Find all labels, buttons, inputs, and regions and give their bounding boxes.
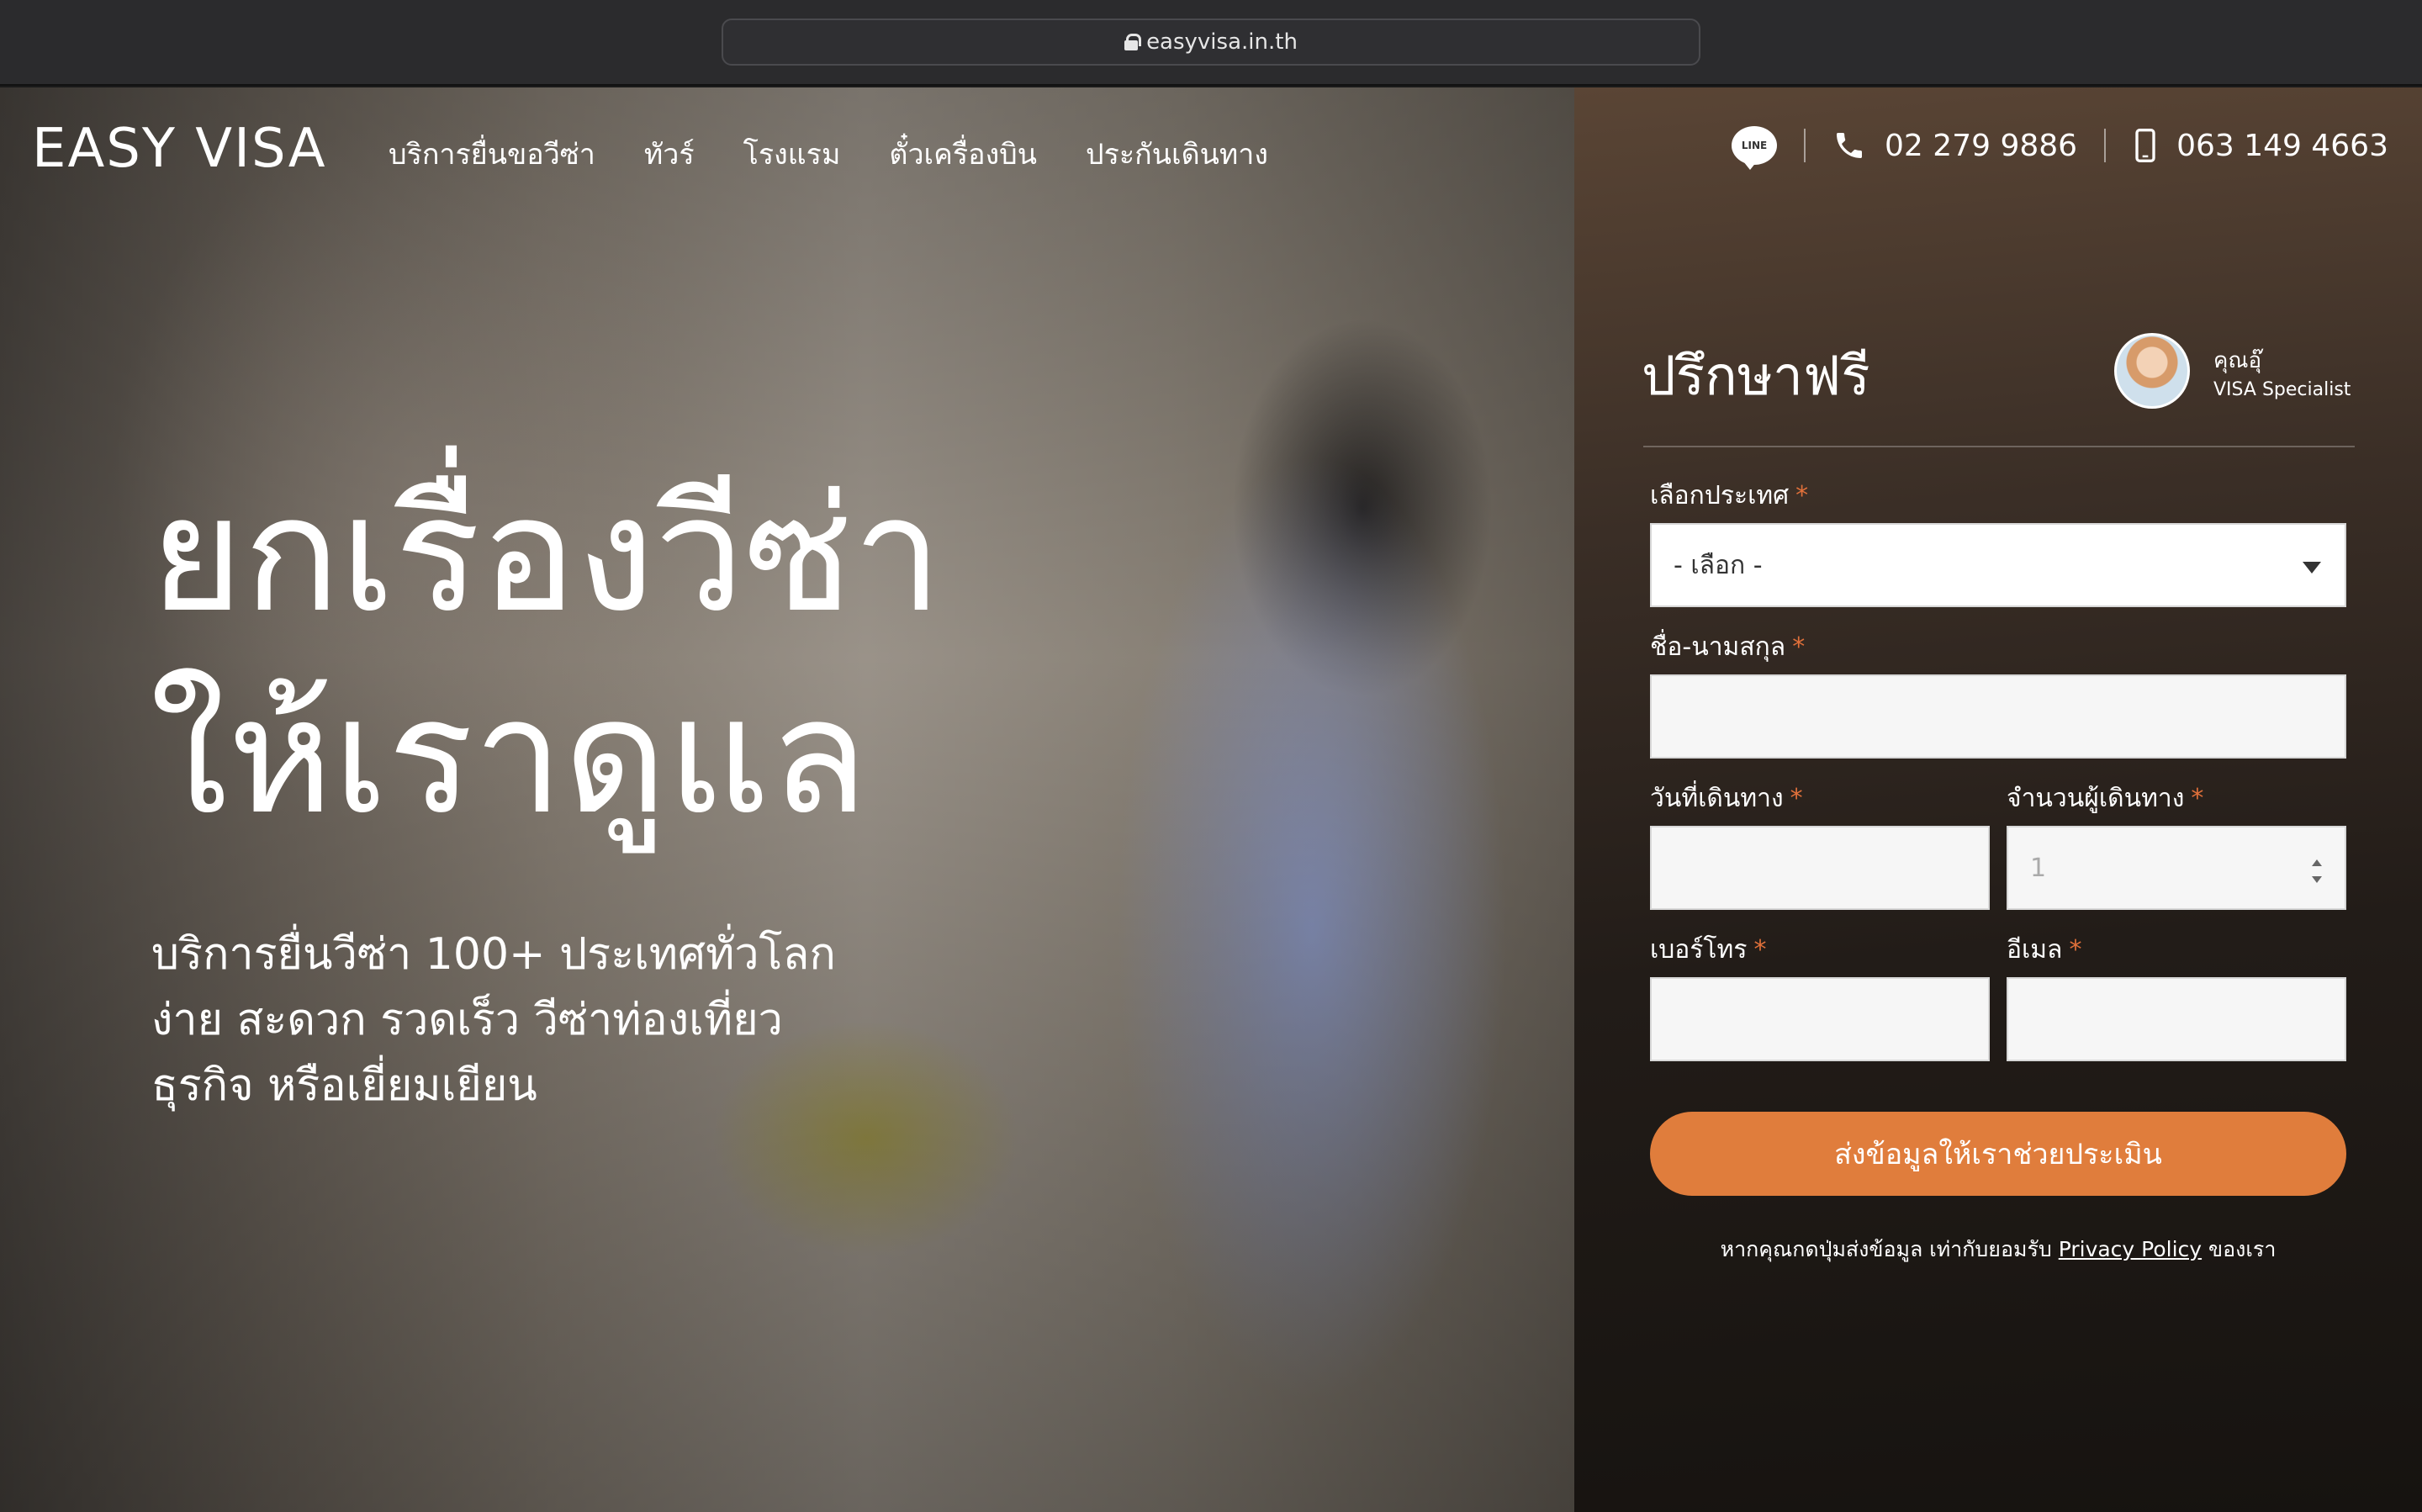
country-label: เลือกประเทศ *	[1650, 476, 1808, 515]
privacy-policy-link[interactable]: Privacy Policy	[2059, 1237, 2202, 1261]
privacy-note-prefix: หากคุณกดปุ่มส่งข้อมูล เท่ากับยอมรับ	[1720, 1237, 2052, 1261]
subtitle-line-3: ธุรกิจ หรือเยี่ยมเยียน	[151, 1060, 537, 1111]
specialist-avatar	[2114, 333, 2190, 409]
menu-item-insurance[interactable]: ประกันเดินทาง	[1086, 131, 1268, 177]
lock-icon	[1124, 34, 1142, 50]
travelers-label-text: จำนวนผู้เดินทาง	[2007, 784, 2185, 813]
travelers-stepper[interactable]: 1	[2007, 826, 2346, 910]
travelers-label: จำนวนผู้เดินทาง *	[2007, 779, 2203, 818]
required-mark: *	[1790, 784, 1803, 813]
phone-number[interactable]: 02 279 9886	[1885, 129, 2077, 163]
required-mark: *	[1753, 935, 1767, 965]
submit-button[interactable]: ส่งข้อมูลให้เราช่วยประเมิน	[1650, 1112, 2346, 1196]
name-field[interactable]	[1650, 674, 2346, 759]
divider	[2104, 129, 2107, 162]
form-divider	[1643, 446, 2355, 447]
browser-toolbar: easyvisa.in.th	[0, 0, 2422, 86]
required-mark: *	[2069, 935, 2082, 965]
mobile-number[interactable]: 063 149 4663	[2176, 129, 2388, 163]
required-mark: *	[1795, 481, 1809, 510]
date-label-text: วันที่เดินทาง	[1650, 784, 1784, 813]
specialist-name: คุณอุ๊	[2213, 347, 2262, 373]
menu-item-flight[interactable]: ตั๋วเครื่องบิน	[889, 131, 1037, 177]
menu-item-hotel[interactable]: โรงแรม	[743, 131, 841, 177]
line-chat-icon[interactable]: LINE	[1732, 126, 1778, 170]
privacy-note: หากคุณกดปุ่มส่งข้อมูล เท่ากับยอมรับ Priv…	[1650, 1233, 2346, 1266]
menu-item-tour[interactable]: ทัวร์	[644, 131, 695, 177]
specialist-card: คุณอุ๊ VISA Specialist	[2114, 333, 2351, 409]
specialist-role: VISA Specialist	[2213, 378, 2351, 400]
hero-subtitle: บริการยื่นวีซ่า 100+ ประเทศทั่วโลก ง่าย …	[151, 922, 836, 1118]
headline-line-2: ให้เราดูแล	[150, 663, 868, 849]
address-bar-url: easyvisa.in.th	[1146, 29, 1298, 55]
form-title: ปรึกษาฟรี	[1642, 346, 1870, 408]
email-label-text: อีเมล	[2007, 935, 2063, 965]
hero-headline: ยกเรื่องวีซ่า ให้เราดูแล	[150, 454, 943, 858]
chevron-down-icon	[2303, 562, 2321, 574]
phone-label: เบอร์โทร *	[1650, 930, 1766, 970]
menu-item-visa-service[interactable]: บริการยื่นขอวีซ่า	[389, 131, 595, 177]
country-select[interactable]: - เลือก -	[1650, 523, 2346, 607]
main-menu: บริการยื่นขอวีซ่า ทัวร์ โรงแรม ตั๋วเครื่…	[389, 131, 1268, 177]
headline-line-1: ยกเรื่องวีซ่า	[150, 462, 943, 648]
travel-date-field[interactable]	[1650, 826, 1990, 910]
name-label-text: ชื่อ-นามสกุล	[1650, 632, 1786, 662]
address-bar[interactable]: easyvisa.in.th	[722, 19, 1700, 66]
country-label-text: เลือกประเทศ	[1650, 481, 1790, 510]
phone-icon	[1832, 129, 1866, 162]
email-label: อีเมล *	[2007, 930, 2081, 970]
date-label: วันที่เดินทาง *	[1650, 779, 1803, 818]
subtitle-line-1: บริการยื่นวีซ่า 100+ ประเทศทั่วโลก	[151, 929, 836, 980]
privacy-note-suffix: ของเรา	[2208, 1237, 2277, 1261]
divider	[1804, 129, 1806, 162]
country-select-value: - เลือก -	[1674, 550, 1763, 580]
name-label: ชื่อ-นามสกุล *	[1650, 627, 1805, 667]
stepper-arrows-icon[interactable]	[2311, 859, 2323, 883]
site-logo[interactable]: EASY VISA	[32, 118, 327, 180]
phone-label-text: เบอร์โทร	[1650, 935, 1748, 965]
required-mark: *	[1792, 632, 1806, 662]
contact-bar: LINE 02 279 9886 063 149 4663	[1732, 126, 2388, 170]
top-nav: EASY VISA บริการยื่นขอวีซ่า ทัวร์ โรงแรม…	[0, 87, 2422, 214]
phone-field[interactable]	[1650, 977, 1990, 1061]
subtitle-line-2: ง่าย สะดวก รวดเร็ว วีซ่าท่องเที่ยว	[151, 995, 783, 1045]
email-field[interactable]	[2007, 977, 2346, 1061]
travelers-value: 1	[2030, 853, 2047, 883]
required-mark: *	[2191, 784, 2204, 813]
mobile-phone-icon	[2133, 129, 2158, 162]
